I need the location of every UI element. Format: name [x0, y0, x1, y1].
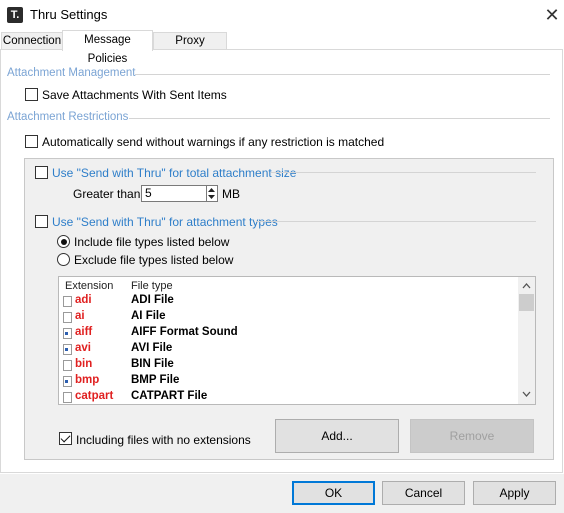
auto-send-checkbox[interactable] [25, 135, 38, 148]
app-icon: T. [7, 7, 23, 23]
tab-connection[interactable]: Connection [1, 32, 63, 50]
exclude-label: Exclude file types listed below [74, 253, 234, 267]
save-attachments-checkbox[interactable] [25, 88, 38, 101]
ok-button[interactable]: OK [292, 481, 375, 505]
section-divider [256, 221, 536, 222]
auto-send-label: Automatically send without warnings if a… [42, 135, 385, 149]
include-label: Include file types listed below [74, 235, 230, 249]
size-restriction-checkbox[interactable] [35, 166, 48, 179]
list-item[interactable]: bmp BMP File [60, 373, 515, 389]
size-unit: MB [222, 187, 240, 201]
size-spinner[interactable] [207, 185, 218, 202]
remove-button[interactable]: Remove [410, 419, 534, 453]
spinner-arrows-icon [208, 188, 215, 199]
greater-than-label: Greater than: [73, 187, 144, 201]
apply-button[interactable]: Apply [473, 481, 556, 505]
add-button[interactable]: Add... [275, 419, 399, 453]
column-header-extension[interactable]: Extension [65, 280, 113, 292]
exclude-radio[interactable] [57, 253, 70, 266]
list-item[interactable]: avi AVI File [60, 341, 515, 357]
list-item[interactable]: catpart CATPART File [60, 389, 515, 404]
include-radio[interactable] [57, 235, 70, 248]
window-title: Thru Settings [30, 7, 108, 22]
close-icon[interactable]: ✕ [542, 4, 562, 26]
extension-cell: bin [75, 358, 93, 370]
tab-message-policies[interactable]: Message Policies [62, 30, 153, 65]
document-icon [63, 392, 72, 403]
media-file-icon [63, 328, 72, 339]
tab-proxy-settings[interactable]: Proxy Settings [153, 32, 227, 63]
scrollbar-arrows-icon [519, 283, 534, 397]
file-type-cell: AIFF Format Sound [131, 326, 238, 338]
no-extension-label: Including files with no extensions [76, 433, 251, 447]
file-types-list[interactable]: Extension File type adi ADI File ai AI F… [58, 276, 536, 405]
document-icon [63, 296, 72, 307]
file-type-cell: ADI File [131, 294, 174, 306]
file-type-cell: AI File [131, 310, 166, 322]
size-input[interactable]: 5 [141, 185, 207, 202]
types-restriction-checkbox[interactable] [35, 215, 48, 228]
list-scrollbar[interactable] [518, 277, 535, 404]
document-icon [63, 312, 72, 323]
types-restriction-label: Use "Send with Thru" for attachment type… [52, 215, 278, 229]
media-file-icon [63, 344, 72, 355]
extension-cell: adi [75, 294, 92, 306]
list-item[interactable]: aiff AIFF Format Sound [60, 325, 515, 341]
file-type-cell: BIN File [131, 358, 174, 370]
section-divider [129, 118, 550, 119]
document-icon [63, 360, 72, 371]
attachment-restrictions-heading: Attachment Restrictions [7, 111, 129, 123]
extension-cell: avi [75, 342, 91, 354]
file-type-cell: BMP File [131, 374, 180, 386]
file-type-cell: AVI File [131, 342, 173, 354]
extension-cell: ai [75, 310, 85, 322]
section-divider [271, 172, 536, 173]
save-attachments-label: Save Attachments With Sent Items [42, 88, 227, 102]
extension-cell: aiff [75, 326, 93, 338]
column-header-file-type[interactable]: File type [131, 280, 173, 292]
list-item[interactable]: bin BIN File [60, 357, 515, 373]
file-type-cell: CATPART File [131, 390, 208, 402]
media-file-icon [63, 376, 72, 387]
cancel-button[interactable]: Cancel [382, 481, 465, 505]
list-item[interactable]: adi ADI File [60, 293, 515, 309]
extension-cell: bmp [75, 374, 100, 386]
size-restriction-label: Use "Send with Thru" for total attachmen… [52, 166, 297, 180]
list-item[interactable]: ai AI File [60, 309, 515, 325]
extension-cell: catpart [75, 390, 114, 402]
no-extension-checkbox[interactable] [59, 432, 72, 445]
section-divider [135, 74, 550, 75]
